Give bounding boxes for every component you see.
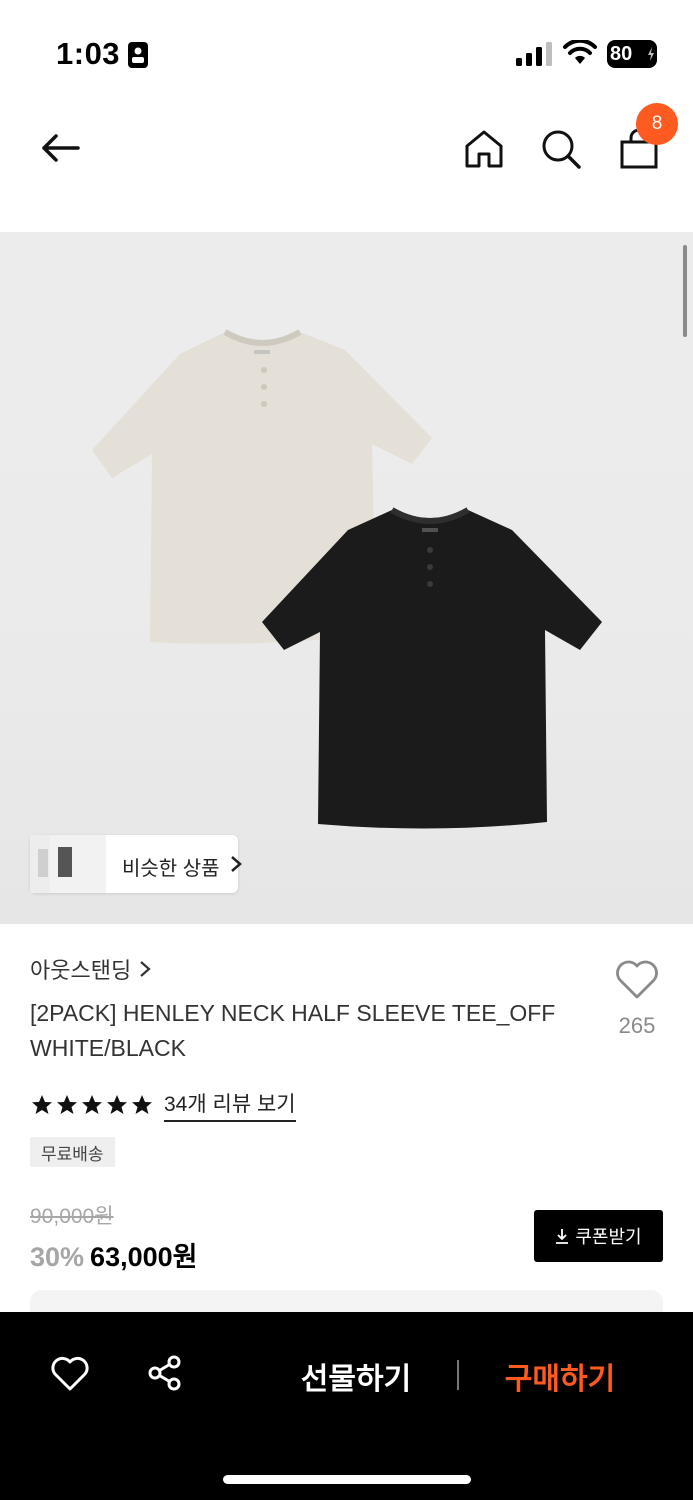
signal-icon	[516, 42, 552, 66]
brand-link[interactable]: 아웃스탠딩	[30, 953, 151, 985]
battery-charging-icon	[648, 47, 654, 61]
brand-name: 아웃스탠딩	[30, 958, 132, 983]
cart-count-badge: 8	[636, 103, 678, 145]
product-image[interactable]	[0, 232, 693, 924]
heart-icon[interactable]	[614, 958, 660, 1000]
divider	[457, 1360, 459, 1390]
star-icon	[32, 1095, 52, 1114]
back-arrow-icon[interactable]	[36, 130, 82, 166]
star-rating	[30, 1093, 154, 1117]
coupon-label: 쿠폰받기	[575, 1227, 642, 1247]
heart-icon[interactable]	[50, 1356, 90, 1392]
sale-price: 63,000원	[90, 1242, 198, 1272]
top-nav	[0, 100, 693, 200]
like-count: 265	[618, 1013, 656, 1038]
wifi-icon	[563, 40, 597, 64]
star-icon	[57, 1095, 77, 1114]
chevron-right-icon	[231, 856, 242, 872]
home-indicator[interactable]	[223, 1475, 471, 1484]
original-price: 90,000원	[30, 1205, 114, 1228]
discount-rate: 30%	[30, 1242, 85, 1272]
similar-products-button[interactable]: 비슷한 상품	[30, 835, 242, 893]
gift-button[interactable]: 선물하기	[286, 1354, 426, 1396]
chevron-right-icon	[140, 961, 151, 977]
free-shipping-badge: 무료배송	[30, 1137, 115, 1167]
search-icon[interactable]	[540, 128, 582, 170]
star-icon	[132, 1095, 152, 1114]
similar-thumbnails-icon	[30, 835, 106, 893]
rating-row: 34개 리뷰 보기	[30, 1088, 296, 1122]
bottom-action-bar: 선물하기 구매하기	[0, 1312, 693, 1500]
price-row: 30% 63,000원	[30, 1235, 197, 1274]
home-icon[interactable]	[462, 128, 506, 170]
id-badge-icon	[128, 42, 148, 68]
review-link[interactable]: 34개 리뷰 보기	[164, 1088, 296, 1122]
product-title: [2PACK] HENLEY NECK HALF SLEEVE TEE_OFF …	[30, 1000, 556, 1061]
share-icon[interactable]	[146, 1354, 184, 1392]
buy-button[interactable]: 구매하기	[490, 1354, 630, 1396]
status-time: 1:03	[56, 36, 121, 71]
similar-products-label: 비슷한 상품	[122, 858, 220, 880]
star-icon	[82, 1095, 102, 1114]
status-bar: 1:03 80	[0, 0, 693, 100]
image-scrollbar[interactable]	[683, 245, 687, 337]
download-icon	[556, 1229, 569, 1244]
product-photo	[92, 329, 602, 829]
star-icon	[107, 1095, 127, 1114]
coupon-button[interactable]: 쿠폰받기	[534, 1210, 663, 1262]
